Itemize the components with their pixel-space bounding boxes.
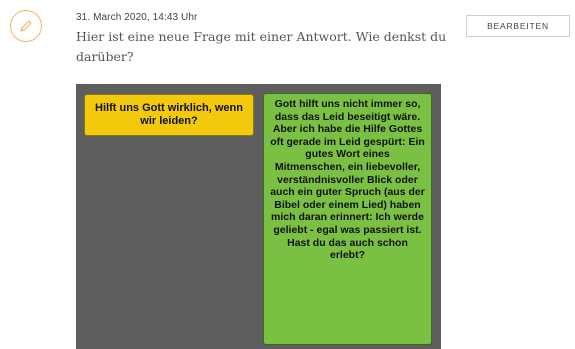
post-timestamp: 31. March 2020, 14:43 Uhr xyxy=(76,12,198,23)
question-note: Hilft uns Gott wirklich, wenn wir leiden… xyxy=(84,94,254,136)
question-text: Hier ist eine neue Frage mit einer Antwo… xyxy=(76,29,447,64)
attached-image: Hilft uns Gott wirklich, wenn wir leiden… xyxy=(76,84,441,349)
pencil-icon xyxy=(20,20,32,32)
answer-note: Gott hilft uns nicht immer so, dass das … xyxy=(263,93,432,345)
pencil-avatar-icon xyxy=(10,10,42,42)
edit-button[interactable]: BEARBEITEN xyxy=(466,15,570,37)
